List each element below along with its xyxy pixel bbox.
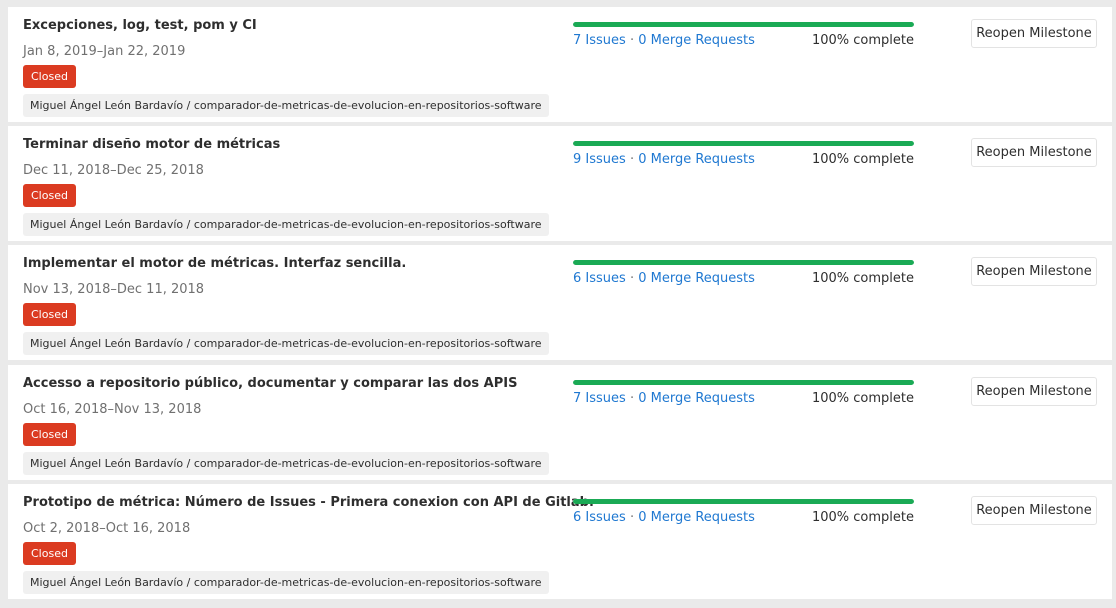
percent-complete: 100% complete bbox=[811, 152, 914, 167]
issues-link[interactable]: 7 Issues bbox=[573, 33, 626, 48]
percent-complete: 100% complete bbox=[811, 271, 914, 286]
milestone-dates: Dec 11, 2018–Dec 25, 2018 bbox=[23, 163, 204, 178]
progress-fill bbox=[573, 499, 914, 504]
milestone-progress-bar bbox=[573, 260, 914, 265]
milestone-item: Accesso a repositorio público, documenta… bbox=[8, 365, 1112, 480]
milestone-title-link[interactable]: Accesso a repositorio público, documenta… bbox=[23, 376, 517, 391]
milestone-counts: 6 Issues · 0 Merge Requests bbox=[573, 271, 755, 286]
milestone-dates: Oct 16, 2018–Nov 13, 2018 bbox=[23, 402, 202, 417]
project-path-badge[interactable]: Miguel Ángel León Bardavío / comparador-… bbox=[23, 571, 549, 594]
progress-fill bbox=[573, 260, 914, 265]
counts-separator: · bbox=[629, 152, 635, 167]
counts-separator: · bbox=[629, 33, 635, 48]
project-path-badge[interactable]: Miguel Ángel León Bardavío / comparador-… bbox=[23, 452, 549, 475]
milestone-list: Excepciones, log, test, pom y CI Jan 8, … bbox=[0, 0, 1116, 608]
milestone-progress-bar bbox=[573, 22, 914, 27]
milestone-title-link[interactable]: Excepciones, log, test, pom y CI bbox=[23, 18, 257, 33]
counts-separator: · bbox=[629, 391, 635, 406]
counts-separator: · bbox=[629, 510, 635, 525]
milestone-counts: 9 Issues · 0 Merge Requests bbox=[573, 152, 755, 167]
project-path-badge[interactable]: Miguel Ángel León Bardavío / comparador-… bbox=[23, 213, 549, 236]
issues-link[interactable]: 6 Issues bbox=[573, 510, 626, 525]
milestone-item: Excepciones, log, test, pom y CI Jan 8, … bbox=[8, 7, 1112, 122]
milestone-item: Prototipo de métrica: Número de Issues -… bbox=[8, 484, 1112, 599]
milestone-item: Terminar diseño motor de métricas Dec 11… bbox=[8, 126, 1112, 241]
milestone-title-link[interactable]: Terminar diseño motor de métricas bbox=[23, 137, 280, 152]
milestone-counts: 6 Issues · 0 Merge Requests bbox=[573, 510, 755, 525]
percent-complete: 100% complete bbox=[811, 510, 914, 525]
merge-requests-link[interactable]: 0 Merge Requests bbox=[638, 271, 755, 286]
counts-separator: · bbox=[629, 271, 635, 286]
merge-requests-link[interactable]: 0 Merge Requests bbox=[638, 152, 755, 167]
milestone-title-link[interactable]: Implementar el motor de métricas. Interf… bbox=[23, 256, 406, 271]
reopen-milestone-button[interactable]: Reopen Milestone bbox=[971, 377, 1097, 406]
milestone-progress-bar bbox=[573, 499, 914, 504]
milestone-dates: Nov 13, 2018–Dec 11, 2018 bbox=[23, 282, 205, 297]
reopen-milestone-button[interactable]: Reopen Milestone bbox=[971, 496, 1097, 525]
milestone-progress-bar bbox=[573, 380, 914, 385]
progress-fill bbox=[573, 380, 914, 385]
milestone-progress-bar bbox=[573, 141, 914, 146]
milestone-dates: Oct 2, 2018–Oct 16, 2018 bbox=[23, 521, 191, 536]
issues-link[interactable]: 6 Issues bbox=[573, 271, 626, 286]
milestone-title-link[interactable]: Prototipo de métrica: Número de Issues -… bbox=[23, 495, 594, 510]
percent-complete: 100% complete bbox=[811, 33, 914, 48]
status-badge-closed: Closed bbox=[23, 184, 76, 207]
reopen-milestone-button[interactable]: Reopen Milestone bbox=[971, 19, 1097, 48]
issues-link[interactable]: 7 Issues bbox=[573, 391, 626, 406]
status-badge-closed: Closed bbox=[23, 65, 76, 88]
milestone-dates: Jan 8, 2019–Jan 22, 2019 bbox=[23, 44, 186, 59]
reopen-milestone-button[interactable]: Reopen Milestone bbox=[971, 257, 1097, 286]
progress-fill bbox=[573, 22, 914, 27]
project-path-badge[interactable]: Miguel Ángel León Bardavío / comparador-… bbox=[23, 332, 549, 355]
merge-requests-link[interactable]: 0 Merge Requests bbox=[638, 391, 755, 406]
milestone-item: Implementar el motor de métricas. Interf… bbox=[8, 245, 1112, 360]
milestone-counts: 7 Issues · 0 Merge Requests bbox=[573, 391, 755, 406]
issues-link[interactable]: 9 Issues bbox=[573, 152, 626, 167]
percent-complete: 100% complete bbox=[811, 391, 914, 406]
status-badge-closed: Closed bbox=[23, 303, 76, 326]
status-badge-closed: Closed bbox=[23, 423, 76, 446]
project-path-badge[interactable]: Miguel Ángel León Bardavío / comparador-… bbox=[23, 94, 549, 117]
milestone-counts: 7 Issues · 0 Merge Requests bbox=[573, 33, 755, 48]
reopen-milestone-button[interactable]: Reopen Milestone bbox=[971, 138, 1097, 167]
progress-fill bbox=[573, 141, 914, 146]
merge-requests-link[interactable]: 0 Merge Requests bbox=[638, 33, 755, 48]
status-badge-closed: Closed bbox=[23, 542, 76, 565]
merge-requests-link[interactable]: 0 Merge Requests bbox=[638, 510, 755, 525]
